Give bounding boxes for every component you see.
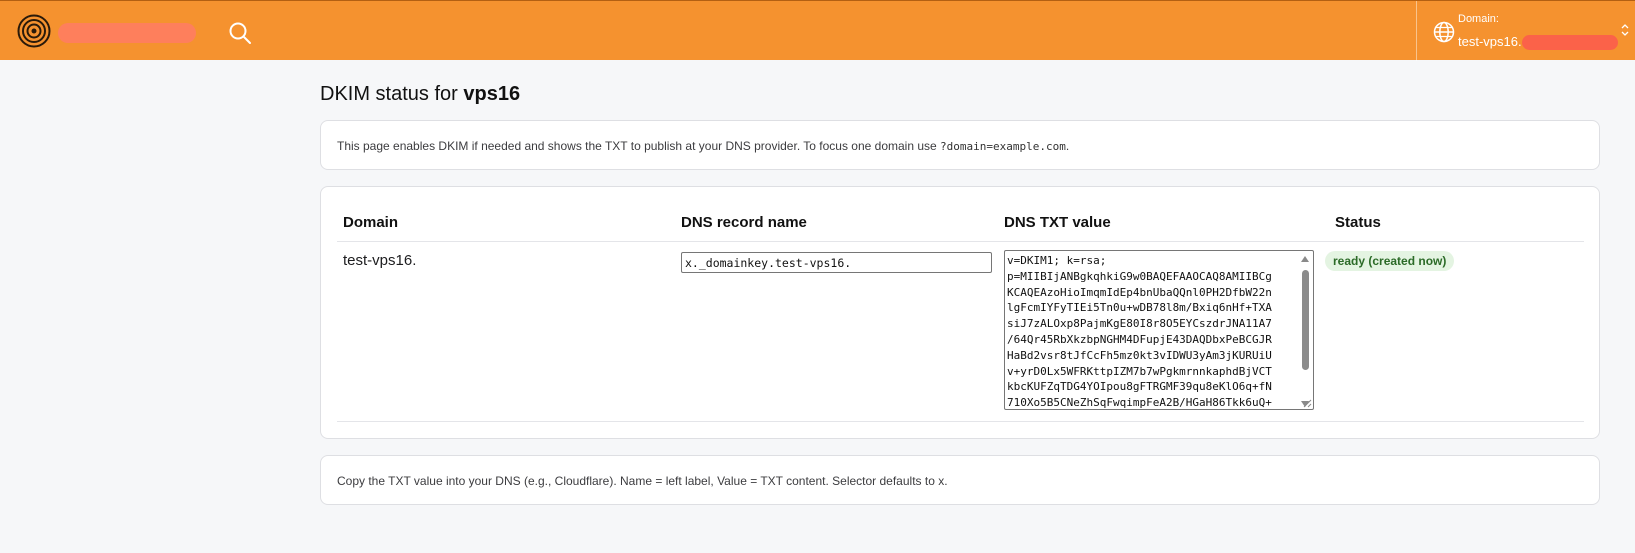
- domain-switcher[interactable]: Domain: test-vps16.: [1416, 1, 1635, 61]
- page-title: DKIM status for vps16: [320, 83, 520, 106]
- domain-label: Domain:: [1458, 13, 1499, 25]
- dns-txt-value-textarea[interactable]: v=DKIM1; k=rsa; p=MIIBIjANBgkqhkiG9w0BAQ…: [1004, 250, 1314, 410]
- resize-grip-icon[interactable]: [1302, 398, 1312, 408]
- domain-value-redacted: [1522, 35, 1618, 50]
- scroll-up-icon[interactable]: [1301, 256, 1309, 262]
- table-row-divider: [337, 421, 1584, 422]
- globe-icon: [1433, 21, 1455, 43]
- scroll-thumb[interactable]: [1302, 270, 1309, 370]
- status-badge: ready (created now): [1325, 251, 1455, 271]
- header-domain: Domain: [343, 214, 399, 231]
- logo-icon[interactable]: [17, 14, 51, 48]
- intro-code: ?domain=example.com: [940, 140, 1066, 153]
- intro-end: .: [1065, 139, 1070, 153]
- dns-record-name-field[interactable]: [681, 252, 992, 273]
- dns-txt-value-text[interactable]: v=DKIM1; k=rsa; p=MIIBIjANBgkqhkiG9w0BAQ…: [1007, 253, 1297, 409]
- domain-value: test-vps16.: [1458, 34, 1522, 49]
- textarea-scrollbar[interactable]: [1299, 253, 1311, 407]
- dkim-table-card: Domain DNS record name DNS TXT value Sta…: [320, 186, 1600, 439]
- intro-card: This page enables DKIM if needed and sho…: [320, 120, 1600, 170]
- brand-name-redacted: [58, 23, 196, 43]
- page-title-domain: vps16: [463, 83, 521, 105]
- page-title-prefix: DKIM status for: [320, 83, 458, 105]
- header-txt-value: DNS TXT value: [1004, 214, 1111, 231]
- table-header-divider: [337, 241, 1584, 242]
- intro-text-line: This page enables DKIM if needed and sho…: [337, 139, 1069, 153]
- top-bar: Domain: test-vps16.: [0, 0, 1635, 61]
- chevron-updown-icon: [1621, 24, 1629, 36]
- row-domain: test-vps16.: [343, 252, 417, 269]
- footer-card: Copy the TXT value into your DNS (e.g., …: [320, 455, 1600, 505]
- header-status: Status: [1335, 214, 1381, 231]
- header-record-name: DNS record name: [681, 214, 807, 231]
- intro-text: This page enables DKIM if needed and sho…: [337, 139, 937, 153]
- search-icon[interactable]: [227, 20, 253, 46]
- footer-text: Copy the TXT value into your DNS (e.g., …: [337, 474, 948, 488]
